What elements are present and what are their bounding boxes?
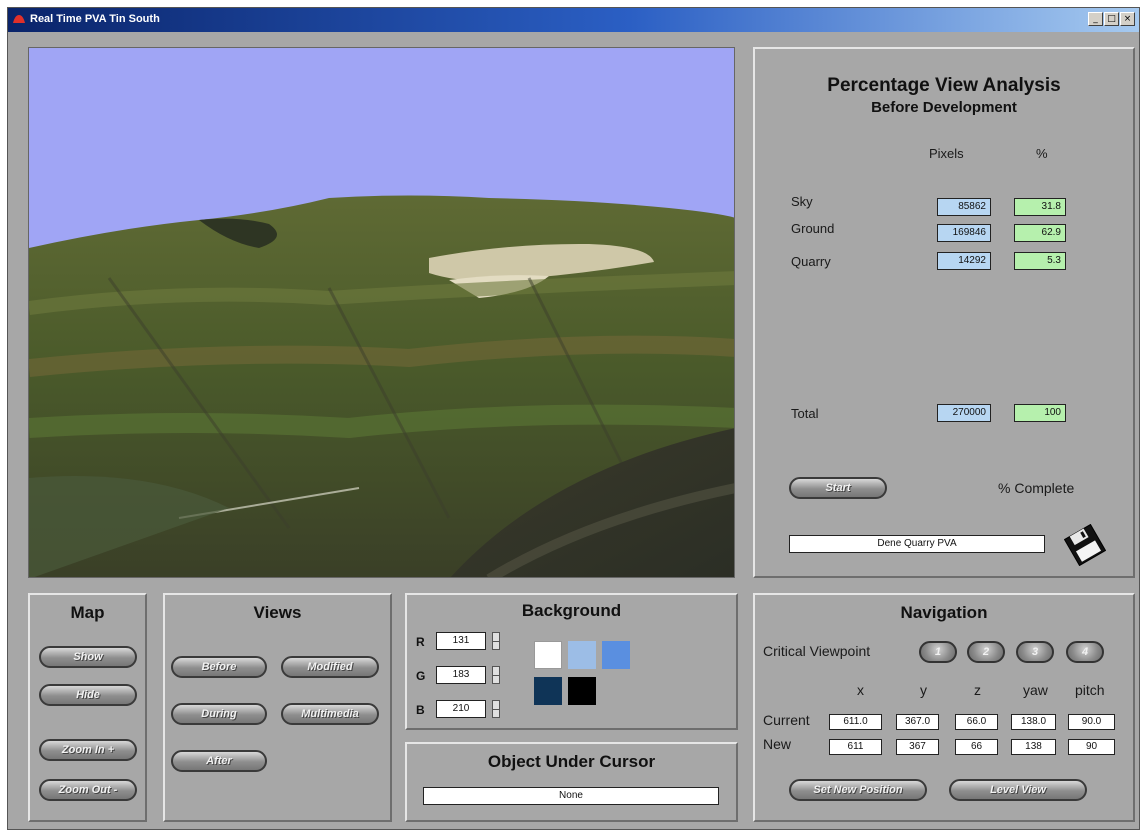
map-panel: Map Show Hide Zoom In + Zoom Out - (28, 593, 147, 822)
close-button[interactable]: × (1120, 12, 1135, 26)
pva-filename-input[interactable]: Dene Quarry PVA (789, 535, 1045, 553)
navigation-panel: Navigation Critical Viewpoint 1 2 3 4 x … (753, 593, 1135, 822)
total-pixels-field: 270000 (937, 404, 991, 422)
x-column-header: x (857, 682, 864, 698)
set-new-position-button[interactable]: Set New Position (789, 779, 927, 801)
level-view-button[interactable]: Level View (949, 779, 1087, 801)
new-y-input[interactable]: 367 (896, 739, 939, 755)
ground-pixels-field: 169846 (937, 224, 991, 242)
red-spinner[interactable] (492, 632, 500, 650)
swatch-navy[interactable] (534, 677, 562, 705)
start-button[interactable]: Start (789, 477, 887, 499)
terrain-render (29, 48, 734, 577)
quarry-label: Quarry (791, 254, 831, 269)
ground-percent-field: 62.9 (1014, 224, 1066, 242)
quarry-percent-field: 5.3 (1014, 252, 1066, 270)
red-value-input[interactable]: 131 (436, 632, 486, 650)
ground-label: Ground (791, 221, 835, 236)
swatch-white[interactable] (534, 641, 562, 669)
quarry-pixels-field: 14292 (937, 252, 991, 270)
r-label: R (416, 635, 425, 649)
viewpoint-1-button[interactable]: 1 (919, 641, 957, 663)
sky-label: Sky (791, 194, 813, 209)
pva-panel: Percentage View Analysis Before Developm… (753, 47, 1135, 578)
sky-pixels-field: 85862 (937, 198, 991, 216)
title-bar[interactable]: Real Time PVA Tin South _ □ × (8, 8, 1139, 32)
yaw-column-header: yaw (1023, 682, 1048, 698)
pitch-column-header: pitch (1075, 682, 1105, 698)
navigation-title: Navigation (900, 603, 988, 622)
swatch-blue[interactable] (602, 641, 630, 669)
new-z-input[interactable]: 66 (955, 739, 998, 755)
green-value-input[interactable]: 183 (436, 666, 486, 684)
modified-view-button[interactable]: Modified (281, 656, 379, 678)
maximize-button[interactable]: □ (1104, 12, 1119, 26)
total-label: Total (791, 406, 819, 421)
sky-percent-field: 31.8 (1014, 198, 1066, 216)
pva-title: Percentage View Analysis (827, 75, 1061, 96)
current-y-field: 367.0 (896, 714, 939, 730)
views-title: Views (253, 603, 302, 622)
app-logo-icon (13, 15, 25, 23)
g-label: G (416, 669, 426, 683)
viewpoint-4-button[interactable]: 4 (1066, 641, 1104, 663)
floppy-disk-icon[interactable] (1064, 524, 1106, 566)
current-z-field: 66.0 (955, 714, 998, 730)
swatch-black[interactable] (568, 677, 596, 705)
map-title: Map (70, 603, 105, 622)
zoom-out-button[interactable]: Zoom Out - (39, 779, 137, 801)
pva-subtitle: Before Development (871, 99, 1017, 116)
background-panel: Background R 131 G 183 B 210 (405, 593, 738, 730)
total-percent-field: 100 (1014, 404, 1066, 422)
current-label: Current (763, 712, 810, 728)
pixels-column-header: Pixels (929, 146, 964, 161)
new-x-input[interactable]: 611 (829, 739, 882, 755)
z-column-header: z (974, 682, 981, 698)
new-label: New (763, 736, 792, 752)
viewpoint-3-button[interactable]: 3 (1016, 641, 1054, 663)
after-view-button[interactable]: After (171, 750, 267, 772)
b-label: B (416, 703, 425, 717)
new-pitch-input[interactable]: 90 (1068, 739, 1115, 755)
viewpoint-2-button[interactable]: 2 (967, 641, 1005, 663)
map-hide-button[interactable]: Hide (39, 684, 137, 706)
swatch-light-blue[interactable] (568, 641, 596, 669)
background-title: Background (521, 601, 622, 620)
views-panel: Views Before Modified During Multimedia … (163, 593, 392, 822)
object-under-cursor-value: None (423, 787, 719, 805)
green-spinner[interactable] (492, 666, 500, 684)
y-column-header: y (920, 682, 927, 698)
critical-viewpoint-label: Critical Viewpoint (763, 643, 871, 659)
blue-value-input[interactable]: 210 (436, 700, 486, 718)
window-title: Real Time PVA Tin South (30, 13, 160, 25)
during-view-button[interactable]: During (171, 703, 267, 725)
object-under-cursor-title: Object Under Cursor (487, 752, 656, 771)
current-x-field: 611.0 (829, 714, 882, 730)
percent-column-header: % (1036, 146, 1048, 161)
percent-complete-label: % Complete (998, 480, 1075, 496)
new-yaw-input[interactable]: 138 (1011, 739, 1056, 755)
current-pitch-field: 90.0 (1068, 714, 1115, 730)
current-yaw-field: 138.0 (1011, 714, 1056, 730)
object-under-cursor-panel: Object Under Cursor None (405, 742, 738, 822)
blue-spinner[interactable] (492, 700, 500, 718)
app-window: Real Time PVA Tin South _ □ × Percentage… (7, 7, 1140, 830)
map-show-button[interactable]: Show (39, 646, 137, 668)
zoom-in-button[interactable]: Zoom In + (39, 739, 137, 761)
multimedia-view-button[interactable]: Multimedia (281, 703, 379, 725)
minimize-button[interactable]: _ (1088, 12, 1103, 26)
terrain-3d-viewport[interactable] (28, 47, 735, 578)
before-view-button[interactable]: Before (171, 656, 267, 678)
